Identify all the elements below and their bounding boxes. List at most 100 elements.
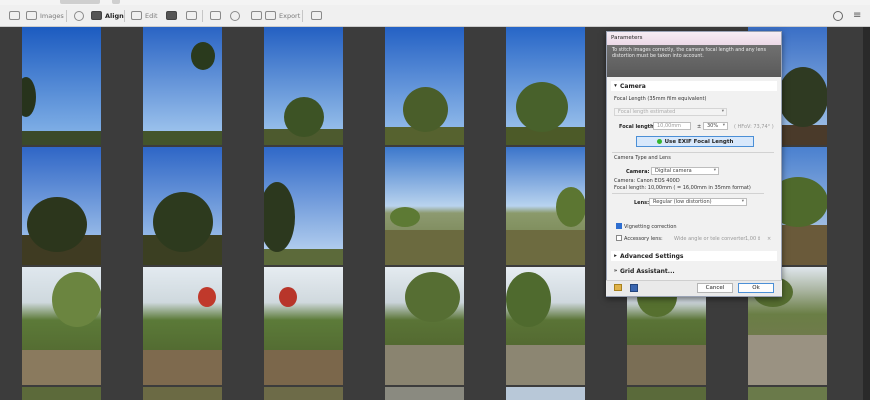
edit-button[interactable]: Edit bbox=[131, 7, 158, 24]
vignetting-label: Vignetting correction bbox=[624, 224, 677, 230]
dialog-banner: To stitch images correctly, the camera f… bbox=[607, 45, 781, 77]
export-icon bbox=[265, 11, 276, 20]
use-exif-focal-length-button[interactable]: Use EXIF Focal Length bbox=[636, 136, 754, 147]
camera-section-label: Camera bbox=[620, 82, 646, 90]
color-button[interactable] bbox=[230, 7, 240, 24]
camera-focal-text: Focal length: 10,00mm ( = 16,00mm in 35m… bbox=[614, 185, 751, 191]
focal-length-input[interactable]: 10,00mm bbox=[653, 122, 691, 130]
color-icon bbox=[230, 10, 240, 21]
lens-select-value: Regular (low distortion) bbox=[653, 199, 712, 205]
window-tab-small[interactable] bbox=[112, 0, 120, 4]
image-thumbnail[interactable] bbox=[143, 387, 222, 400]
chevron-right-icon: » bbox=[613, 268, 618, 274]
align-label: Align bbox=[105, 11, 124, 20]
window-tab[interactable] bbox=[60, 0, 100, 4]
image-thumbnail[interactable] bbox=[22, 147, 101, 265]
lens-label: Lens: bbox=[634, 200, 650, 206]
camera-model-text: Camera: Canon EOS 400D bbox=[614, 178, 680, 184]
image-thumbnail[interactable] bbox=[264, 147, 343, 265]
camera-button[interactable] bbox=[74, 7, 84, 24]
close-icon[interactable]: × bbox=[767, 236, 771, 242]
image-thumbnail[interactable] bbox=[506, 147, 585, 265]
camera-icon bbox=[74, 10, 84, 21]
menu-icon: ≡ bbox=[853, 10, 862, 21]
grid-assistant-label: Grid Assistant... bbox=[620, 267, 675, 275]
chevron-down-icon: ▾ bbox=[713, 168, 716, 173]
image-thumbnail[interactable] bbox=[506, 27, 585, 145]
images-icon bbox=[26, 11, 37, 20]
image-thumbnail[interactable] bbox=[385, 267, 464, 385]
advanced-settings-header[interactable]: ▸ Advanced Settings bbox=[611, 251, 777, 261]
images-button[interactable]: Images bbox=[26, 7, 64, 24]
camera-section-header[interactable]: ▾ Camera bbox=[611, 81, 777, 91]
focal-length-value: 10,00mm bbox=[657, 123, 682, 129]
image-thumbnail[interactable] bbox=[143, 267, 222, 385]
images-label: Images bbox=[40, 11, 64, 20]
align-icon bbox=[91, 11, 102, 20]
print-button[interactable] bbox=[311, 7, 322, 24]
toolbar-separator bbox=[124, 10, 125, 22]
accessory-lens-checkbox[interactable] bbox=[616, 235, 622, 241]
right-edge-panel bbox=[863, 27, 870, 400]
layers-button[interactable] bbox=[166, 7, 177, 24]
camera-label: Camera: bbox=[626, 169, 650, 175]
image-thumbnail[interactable] bbox=[385, 387, 464, 400]
image-thumbnail[interactable] bbox=[385, 147, 464, 265]
focal-length-label: Focal length: bbox=[619, 124, 656, 130]
dialog-footer: Cancel Ok bbox=[606, 280, 782, 296]
image-thumbnail[interactable] bbox=[22, 27, 101, 145]
mask-icon bbox=[251, 11, 262, 20]
theme-toggle[interactable] bbox=[833, 7, 843, 24]
image-thumbnail[interactable] bbox=[143, 27, 222, 145]
image-thumbnail[interactable] bbox=[22, 267, 101, 385]
stepper-icon[interactable]: ⇕ bbox=[757, 236, 761, 242]
grid-assistant-header[interactable]: » Grid Assistant... bbox=[611, 266, 777, 276]
image-thumbnail[interactable] bbox=[143, 147, 222, 265]
advanced-settings-label: Advanced Settings bbox=[620, 252, 684, 260]
camera-type-lens-heading: Camera Type and Lens bbox=[614, 155, 671, 161]
export-button[interactable]: Export bbox=[265, 7, 300, 24]
exif-button-label: Use EXIF Focal Length bbox=[664, 138, 734, 145]
chevron-down-icon: ▾ bbox=[741, 199, 744, 204]
layers-icon bbox=[166, 11, 177, 20]
image-thumbnail[interactable] bbox=[264, 267, 343, 385]
grid-view-button[interactable] bbox=[9, 7, 20, 24]
image-thumbnail[interactable] bbox=[264, 387, 343, 400]
image-thumbnail[interactable] bbox=[264, 27, 343, 145]
image-thumbnail[interactable] bbox=[627, 387, 706, 400]
lens-select[interactable]: Regular (low distortion) ▾ bbox=[649, 198, 747, 206]
focal-estimated-value: Focal length estimated bbox=[618, 109, 676, 115]
image-thumbnail[interactable] bbox=[506, 387, 585, 400]
image-thumbnail[interactable] bbox=[506, 267, 585, 385]
grid-icon bbox=[9, 11, 20, 20]
accessory-lens-factor[interactable]: 1,00 bbox=[745, 236, 756, 242]
image-thumbnail[interactable] bbox=[748, 387, 827, 400]
hfov-readout: ( HFoV: 73,74° ) bbox=[734, 124, 774, 130]
image-thumbnail[interactable] bbox=[385, 27, 464, 145]
tolerance-input[interactable]: 30% ▾ bbox=[703, 122, 728, 130]
menu-button[interactable]: ≡ bbox=[853, 7, 861, 24]
edit-icon bbox=[131, 11, 142, 20]
status-dot-icon bbox=[656, 139, 662, 144]
adjust-icon bbox=[210, 11, 221, 20]
adjust-button[interactable] bbox=[210, 7, 221, 24]
save-icon[interactable] bbox=[630, 284, 638, 292]
cancel-button[interactable]: Cancel bbox=[697, 283, 733, 293]
ok-button[interactable]: Ok bbox=[738, 283, 774, 293]
image-thumbnail[interactable] bbox=[22, 387, 101, 400]
accessory-lens-label: Accessory lens: bbox=[624, 236, 663, 242]
print-icon bbox=[311, 11, 322, 20]
camera-select[interactable]: Digital camera ▾ bbox=[651, 167, 719, 175]
focal-estimated-select: Focal length estimated ▾ bbox=[614, 108, 727, 116]
accessory-lens-type[interactable]: Wide angle or tele converter bbox=[674, 236, 745, 242]
mask-button[interactable] bbox=[251, 7, 262, 24]
crop-icon bbox=[186, 11, 197, 20]
chevron-down-icon: ▾ bbox=[614, 83, 617, 89]
align-button[interactable]: Align bbox=[91, 7, 124, 24]
folder-open-icon[interactable] bbox=[614, 284, 622, 291]
toolbar-separator bbox=[66, 10, 67, 22]
vignetting-checkbox[interactable] bbox=[616, 223, 622, 229]
camera-select-value: Digital camera bbox=[655, 168, 692, 174]
crop-button[interactable] bbox=[186, 7, 197, 24]
dialog-title: Parameters bbox=[607, 32, 781, 45]
